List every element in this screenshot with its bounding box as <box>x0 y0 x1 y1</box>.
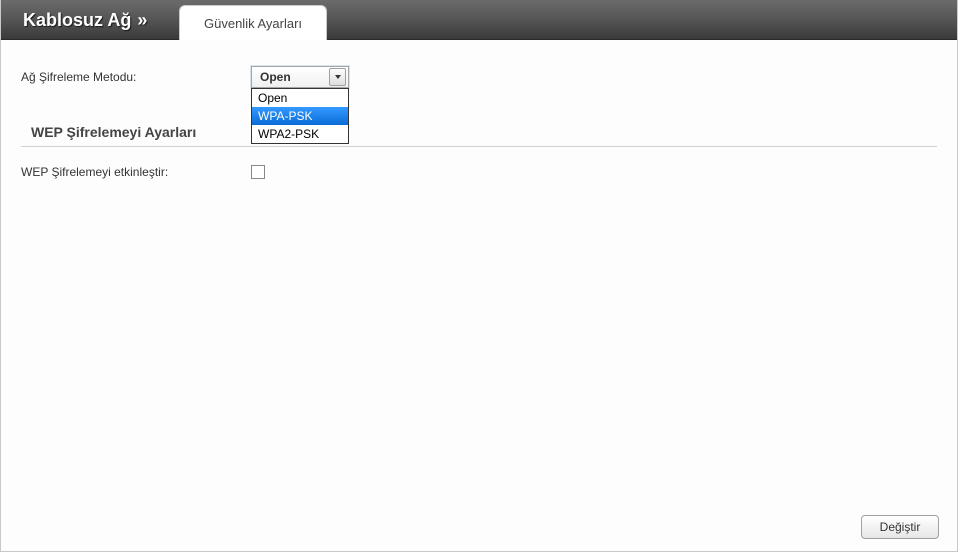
encryption-method-select[interactable]: Open <box>251 66 349 88</box>
header-bar: Kablosuz Ağ » Güvenlik Ayarları <box>1 0 957 40</box>
breadcrumb: Kablosuz Ağ » <box>1 0 147 39</box>
wep-enable-label: WEP Şifrelemeyi etkinleştir: <box>21 165 251 179</box>
encryption-method-dropdown: Open WPA-PSK WPA2-PSK <box>251 88 349 144</box>
footer: Değiştir <box>861 515 939 539</box>
breadcrumb-separator: » <box>137 0 147 40</box>
row-encryption-method: Ağ Şifreleme Metodu: Open Open WPA-PSK W… <box>21 66 937 88</box>
tab-label: Güvenlik Ayarları <box>204 16 302 31</box>
submit-button[interactable]: Değiştir <box>861 515 939 539</box>
tab-container: Güvenlik Ayarları <box>179 5 327 40</box>
tab-security-settings[interactable]: Güvenlik Ayarları <box>179 5 327 40</box>
option-open[interactable]: Open <box>252 89 348 107</box>
content-area: Ağ Şifreleme Metodu: Open Open WPA-PSK W… <box>1 40 957 551</box>
wep-enable-checkbox[interactable] <box>251 165 265 179</box>
select-value: Open <box>260 70 291 84</box>
option-wpa2-psk[interactable]: WPA2-PSK <box>252 125 348 143</box>
wep-section-header: WEP Şifrelemeyi Ayarları <box>21 118 937 147</box>
chevron-down-icon <box>329 68 346 86</box>
breadcrumb-section[interactable]: Kablosuz Ağ <box>23 0 131 40</box>
encryption-method-select-wrap: Open Open WPA-PSK WPA2-PSK <box>251 66 349 88</box>
option-wpa-psk[interactable]: WPA-PSK <box>252 107 348 125</box>
row-wep-enable: WEP Şifrelemeyi etkinleştir: <box>21 165 937 179</box>
page-root: Kablosuz Ağ » Güvenlik Ayarları Ağ Şifre… <box>0 0 958 552</box>
encryption-method-label: Ağ Şifreleme Metodu: <box>21 70 251 84</box>
